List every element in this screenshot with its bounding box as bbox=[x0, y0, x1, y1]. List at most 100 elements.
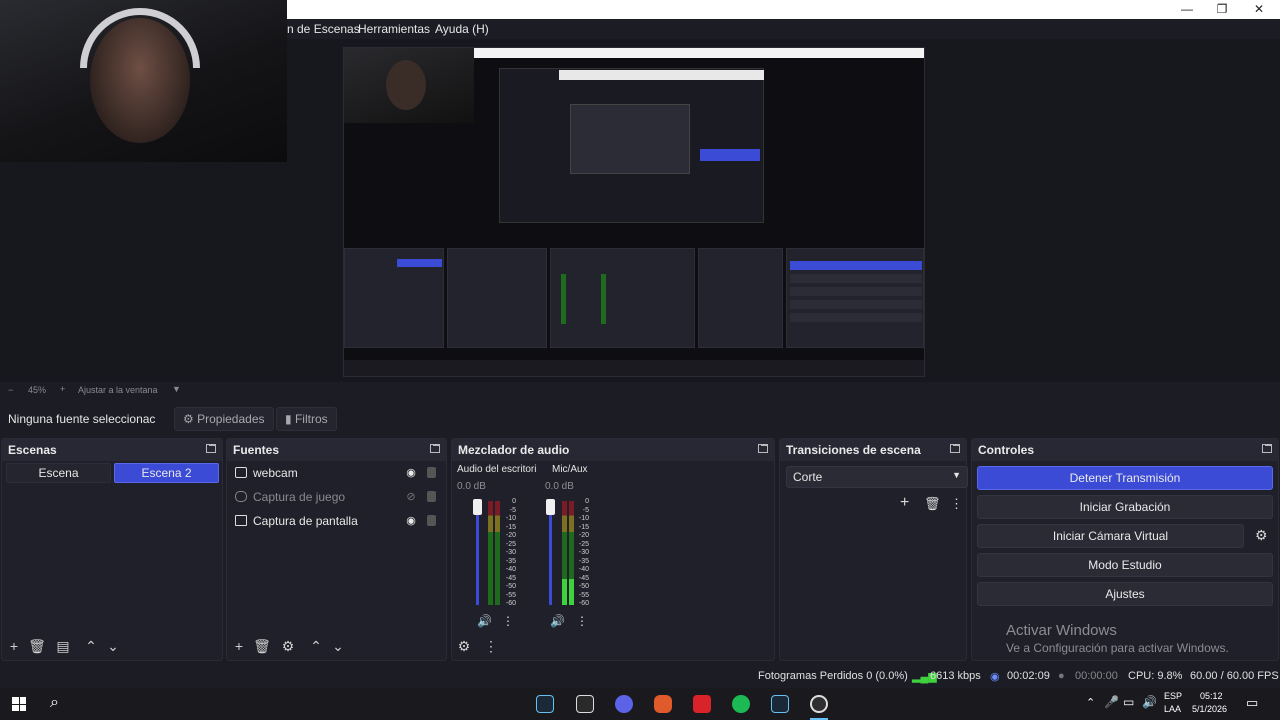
scene-item-active[interactable]: Escena 2 bbox=[114, 463, 219, 483]
filters-button[interactable]: ▮ Filtros bbox=[276, 407, 337, 431]
fit-window-label[interactable]: Ajustar a la ventana bbox=[78, 385, 158, 395]
lock-icon[interactable] bbox=[427, 491, 436, 502]
scene-item[interactable]: Escena bbox=[6, 463, 111, 483]
meter-tick-label: -5 bbox=[582, 506, 589, 514]
cpu-usage: CPU: 9.8% bbox=[1128, 670, 1183, 682]
more-icon[interactable]: ⋮ bbox=[502, 614, 514, 628]
zoom-out-button[interactable]: − bbox=[8, 385, 13, 395]
add-icon[interactable]: + bbox=[230, 638, 248, 654]
down-icon[interactable]: ⌄ bbox=[329, 638, 347, 655]
gear-icon[interactable]: ⚙ bbox=[455, 638, 473, 655]
up-icon[interactable]: ⌃ bbox=[82, 638, 100, 655]
more-icon[interactable]: ⋮ bbox=[576, 614, 588, 628]
meter-tick-label: 0 bbox=[585, 498, 589, 505]
undock-icon[interactable] bbox=[206, 444, 216, 453]
menu-scene-collection[interactable]: n de Escenas bbox=[287, 22, 360, 36]
start-recording-button[interactable]: Iniciar Grabación bbox=[977, 495, 1273, 519]
lock-icon[interactable] bbox=[427, 467, 436, 478]
webcam-source[interactable] bbox=[0, 0, 287, 162]
network-icon[interactable]: ▭ bbox=[1123, 695, 1134, 709]
transitions-dock: Transiciones de escena Corte ▼ + 🗑 ⋮ bbox=[779, 438, 968, 661]
filter-icon[interactable]: ▤ bbox=[54, 638, 72, 655]
mini-sources-dock bbox=[447, 248, 547, 348]
close-button[interactable]: ✕ bbox=[1250, 1, 1268, 17]
meter-tick-label: -35 bbox=[578, 557, 589, 565]
source-item-webcam[interactable]: webcam ◉ bbox=[233, 463, 445, 485]
undock-icon[interactable] bbox=[430, 444, 440, 453]
speaker-icon[interactable]: 🔊 bbox=[477, 614, 492, 628]
notification-icon[interactable]: ▭ bbox=[1246, 695, 1258, 711]
eye-hidden-icon[interactable]: ⊘ bbox=[405, 491, 417, 503]
eye-icon[interactable]: ◉ bbox=[405, 515, 417, 527]
stop-stream-button[interactable]: Detener Transmisión bbox=[977, 466, 1273, 490]
spotify-icon[interactable] bbox=[732, 695, 750, 713]
steam-icon[interactable] bbox=[536, 695, 554, 713]
language-code[interactable]: ESP bbox=[1164, 691, 1182, 701]
trash-icon[interactable]: 🗑 bbox=[253, 638, 271, 655]
steam-icon[interactable] bbox=[771, 695, 789, 713]
speaker-icon[interactable]: 🔊 bbox=[550, 614, 565, 628]
chevron-up-icon[interactable]: ⌃ bbox=[1086, 696, 1095, 709]
settings-button[interactable]: Ajustes bbox=[977, 582, 1273, 606]
zoom-bar: − 45% + Ajustar a la ventana ▼ bbox=[0, 382, 1280, 400]
meter-tick-label: -55 bbox=[505, 591, 516, 599]
more-icon[interactable]: ⋮ bbox=[482, 638, 500, 655]
undock-icon[interactable] bbox=[950, 444, 960, 453]
brave-icon[interactable] bbox=[654, 695, 672, 713]
source-item-game-capture[interactable]: Captura de juego ⊘ bbox=[233, 487, 445, 509]
volume-fader-knob[interactable] bbox=[473, 499, 482, 515]
windows-start-icon[interactable] bbox=[12, 697, 26, 711]
clock-time[interactable]: 05:12 bbox=[1200, 691, 1223, 701]
microphone-icon[interactable]: 🎤 bbox=[1104, 695, 1119, 709]
app-red-icon[interactable] bbox=[693, 695, 711, 713]
scenes-footer: + 🗑 ▤ ⌃ ⌄ bbox=[2, 634, 222, 660]
down-icon[interactable]: ⌄ bbox=[104, 638, 122, 655]
transition-select[interactable]: Corte ▼ bbox=[786, 466, 968, 488]
up-icon[interactable]: ⌃ bbox=[307, 638, 325, 655]
lock-icon[interactable] bbox=[427, 515, 436, 526]
volume-fader-track[interactable] bbox=[476, 501, 479, 605]
language-layout[interactable]: LAA bbox=[1164, 704, 1181, 714]
camera-icon bbox=[235, 467, 247, 478]
level-meter bbox=[488, 501, 493, 605]
gear-icon[interactable]: ⚙ bbox=[1255, 527, 1268, 544]
epic-games-icon[interactable] bbox=[576, 695, 594, 713]
chevron-down-icon[interactable]: ▼ bbox=[172, 384, 181, 394]
volume-fader-track[interactable] bbox=[549, 501, 552, 605]
meter-tick-label: -25 bbox=[578, 540, 589, 548]
more-icon[interactable]: ⋮ bbox=[950, 496, 963, 512]
clock-date[interactable]: 5/1/2026 bbox=[1192, 704, 1227, 714]
preview-canvas[interactable] bbox=[343, 47, 925, 377]
app-icon[interactable] bbox=[615, 695, 633, 713]
live-icon: ◉ bbox=[990, 671, 1000, 683]
channel-name: Audio del escritorio bbox=[457, 464, 537, 475]
preview-area[interactable] bbox=[0, 0, 1280, 382]
trash-icon[interactable]: 🗑 bbox=[28, 638, 46, 655]
volume-icon[interactable]: 🔊 bbox=[1142, 695, 1157, 709]
scenes-dock: Escenas Escena Escena 2 + 🗑 ▤ ⌃ ⌄ bbox=[1, 438, 223, 661]
add-icon[interactable]: + bbox=[5, 638, 23, 654]
minimize-button[interactable]: — bbox=[1178, 1, 1196, 17]
source-item-screen-capture[interactable]: Captura de pantalla ◉ bbox=[233, 511, 445, 533]
undock-icon[interactable] bbox=[1262, 444, 1272, 453]
properties-button[interactable]: ⚙ Propiedades bbox=[174, 407, 274, 431]
undock-icon[interactable] bbox=[758, 444, 768, 453]
os-taskbar: ⌕ ⌃ 🎤 ▭ 🔊 ESP LAA 05:12 5/1/2026 ▭ bbox=[0, 688, 1280, 720]
search-icon[interactable]: ⌕ bbox=[50, 694, 59, 712]
menu-help[interactable]: Ayuda (H) bbox=[435, 22, 489, 36]
meter-tick-label: -15 bbox=[505, 523, 516, 531]
meter-tick-label: -30 bbox=[505, 549, 516, 556]
studio-mode-button[interactable]: Modo Estudio bbox=[977, 553, 1273, 577]
gear-icon[interactable]: ⚙ bbox=[279, 638, 297, 655]
obs-icon[interactable] bbox=[810, 695, 828, 713]
restore-button[interactable]: ❐ bbox=[1213, 1, 1231, 17]
add-icon[interactable]: + bbox=[900, 494, 909, 512]
virtual-camera-button[interactable]: Iniciar Cámara Virtual bbox=[977, 524, 1244, 548]
eye-icon[interactable]: ◉ bbox=[405, 467, 417, 479]
zoom-in-button[interactable]: + bbox=[60, 384, 65, 394]
trash-icon[interactable]: 🗑 bbox=[924, 496, 941, 512]
filter-icon: ▮ bbox=[285, 412, 292, 426]
menu-tools[interactable]: Herramientas bbox=[358, 22, 430, 36]
volume-fader-knob[interactable] bbox=[546, 499, 555, 515]
meter-tick-label: -25 bbox=[505, 540, 516, 548]
